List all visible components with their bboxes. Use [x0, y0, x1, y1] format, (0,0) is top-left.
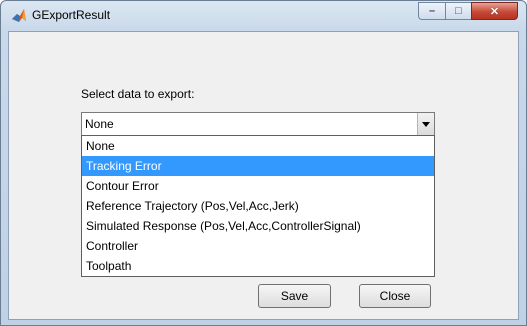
dialog-content: Select data to export: None None Trackin…	[8, 31, 519, 320]
export-options-list: None Tracking Error Contour Error Refere…	[81, 135, 435, 277]
export-label: Select data to export:	[81, 87, 195, 101]
option-tracking-error[interactable]: Tracking Error	[82, 156, 434, 176]
option-reference-trajectory[interactable]: Reference Trajectory (Pos,Vel,Acc,Jerk)	[82, 196, 434, 216]
close-button[interactable]: Close	[359, 284, 431, 308]
dropdown-toggle-button[interactable]	[417, 113, 434, 135]
window-title: GExportResult	[32, 8, 111, 22]
close-icon: ✕	[489, 5, 500, 18]
matlab-logo-icon	[12, 9, 26, 22]
select-current-value: None	[85, 117, 114, 131]
export-data-select[interactable]: None	[81, 112, 435, 136]
minimize-icon: –	[428, 5, 436, 17]
app-window: GExportResult – □ ✕ Select data to expor…	[0, 0, 527, 326]
option-toolpath[interactable]: Toolpath	[82, 256, 434, 276]
save-button[interactable]: Save	[258, 284, 331, 308]
option-none[interactable]: None	[82, 136, 434, 156]
option-contour-error[interactable]: Contour Error	[82, 176, 434, 196]
title-bar[interactable]: GExportResult – □ ✕	[1, 1, 526, 31]
option-simulated-response[interactable]: Simulated Response (Pos,Vel,Acc,Controll…	[82, 216, 434, 236]
close-window-button[interactable]: ✕	[471, 2, 518, 20]
maximize-button[interactable]: □	[445, 2, 471, 20]
minimize-button[interactable]: –	[418, 2, 445, 20]
option-controller[interactable]: Controller	[82, 236, 434, 256]
maximize-icon: □	[455, 5, 462, 17]
chevron-down-icon	[422, 122, 430, 127]
